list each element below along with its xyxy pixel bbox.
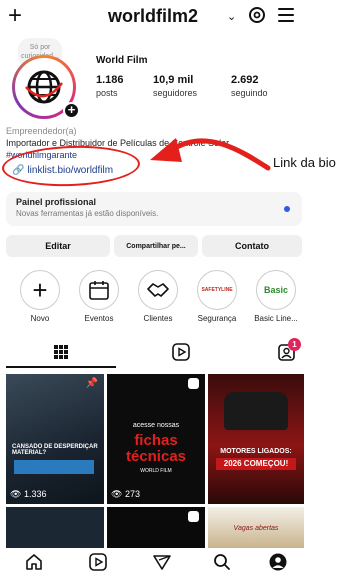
bottom-nav bbox=[0, 548, 359, 576]
car-image bbox=[224, 392, 288, 430]
following-count[interactable]: 2.692 bbox=[231, 74, 259, 86]
view-count-text: 1.336 bbox=[23, 489, 47, 499]
home-icon[interactable] bbox=[24, 552, 44, 572]
share-profile-button[interactable]: Compartilhar pe... bbox=[114, 235, 198, 257]
handshake-icon bbox=[138, 270, 178, 310]
post-tile[interactable]: MOTORES LIGADOS: 2026 COMEÇOU! bbox=[208, 374, 304, 504]
brand-logo: WORLD FILM bbox=[140, 468, 172, 474]
annotation-callout: Link da bio bbox=[273, 155, 336, 170]
view-count: 👁 1.336 bbox=[10, 489, 47, 499]
view-count-text: 273 bbox=[124, 489, 140, 499]
globe-logo-icon bbox=[18, 61, 70, 113]
professional-dashboard[interactable]: Painel profissional Novas ferramentas já… bbox=[6, 192, 302, 226]
post-tile[interactable] bbox=[6, 507, 104, 548]
add-story-icon[interactable]: + bbox=[63, 102, 80, 119]
dashboard-subtitle: Novas ferramentas já estão disponíveis. bbox=[16, 209, 159, 218]
profile-category: Empreendedor(a) bbox=[6, 126, 77, 136]
highlight-label: Clientes bbox=[143, 314, 173, 323]
post-tile[interactable]: Vagas abertas bbox=[208, 507, 304, 548]
post-caption: acesse nossas bbox=[132, 422, 180, 429]
tagged-badge: 1 bbox=[288, 338, 301, 351]
posts-label: posts bbox=[96, 88, 118, 98]
highlight-eventos[interactable]: Eventos bbox=[76, 270, 122, 323]
send-icon[interactable] bbox=[152, 552, 172, 572]
safetyline-logo: SAFETYLINE bbox=[197, 270, 237, 310]
highlight-clientes[interactable]: Clientes bbox=[135, 270, 181, 323]
profile-name: World Film bbox=[96, 55, 148, 66]
reels-icon[interactable] bbox=[171, 342, 191, 362]
post-title: fichas bbox=[134, 432, 178, 449]
hamburger-menu-icon[interactable] bbox=[278, 8, 294, 22]
top-bar: + worldfilm2 ⌄ bbox=[0, 0, 359, 34]
post-caption: Vagas abertas bbox=[233, 525, 279, 532]
highlight-label: Novo bbox=[30, 314, 50, 323]
content-tabs: 1 bbox=[0, 338, 359, 368]
highlight-seguranca[interactable]: SAFETYLINE Segurança bbox=[194, 270, 240, 323]
highlight-new[interactable]: + Novo bbox=[17, 270, 63, 323]
profile-icon[interactable] bbox=[268, 552, 288, 572]
contact-button[interactable]: Contato bbox=[202, 235, 302, 257]
basic-logo: Basic bbox=[256, 270, 296, 310]
followers-count[interactable]: 10,9 mil bbox=[153, 74, 193, 86]
caption-bar bbox=[14, 460, 94, 474]
reel-icon bbox=[188, 378, 199, 389]
post-tile[interactable]: 📌 CANSADO DE DESPERDIÇAR MATERIAL? 👁 1.3… bbox=[6, 374, 104, 504]
account-username[interactable]: worldfilm2 bbox=[108, 6, 198, 27]
edit-profile-button[interactable]: Editar bbox=[6, 235, 110, 257]
grid-icon[interactable] bbox=[51, 342, 71, 362]
pin-icon: 📌 bbox=[85, 378, 98, 389]
active-tab-indicator bbox=[6, 366, 116, 368]
posts-count[interactable]: 1.186 bbox=[96, 74, 124, 86]
dashboard-title: Painel profissional bbox=[16, 197, 97, 207]
highlight-label: Eventos bbox=[84, 314, 114, 323]
post-caption: MOTORES LIGADOS: bbox=[220, 448, 292, 455]
search-icon[interactable] bbox=[212, 552, 232, 572]
chevron-down-icon[interactable]: ⌄ bbox=[227, 10, 236, 23]
calendar-icon bbox=[79, 270, 119, 310]
post-title: técnicas bbox=[125, 448, 187, 465]
post-caption: CANSADO DE DESPERDIÇAR MATERIAL? bbox=[12, 444, 98, 456]
highlight-label: Segurança bbox=[197, 314, 237, 323]
notification-dot bbox=[284, 206, 290, 212]
post-tile[interactable]: acesse nossas fichas técnicas WORLD FILM… bbox=[107, 374, 205, 504]
reel-icon bbox=[188, 511, 199, 522]
plus-icon: + bbox=[20, 270, 60, 310]
post-tile[interactable] bbox=[107, 507, 205, 548]
highlight-basic-line[interactable]: Basic Basic Line... bbox=[253, 270, 299, 323]
highlight-label: Basic Line... bbox=[254, 314, 298, 323]
threads-icon[interactable] bbox=[247, 5, 267, 25]
post-title: 2026 COMEÇOU! bbox=[223, 459, 289, 468]
following-label: seguindo bbox=[231, 88, 268, 98]
reels-nav-icon[interactable] bbox=[88, 552, 108, 572]
view-count: 👁 273 bbox=[111, 489, 140, 499]
followers-label: seguidores bbox=[153, 88, 198, 98]
create-plus-icon[interactable]: + bbox=[8, 4, 22, 28]
